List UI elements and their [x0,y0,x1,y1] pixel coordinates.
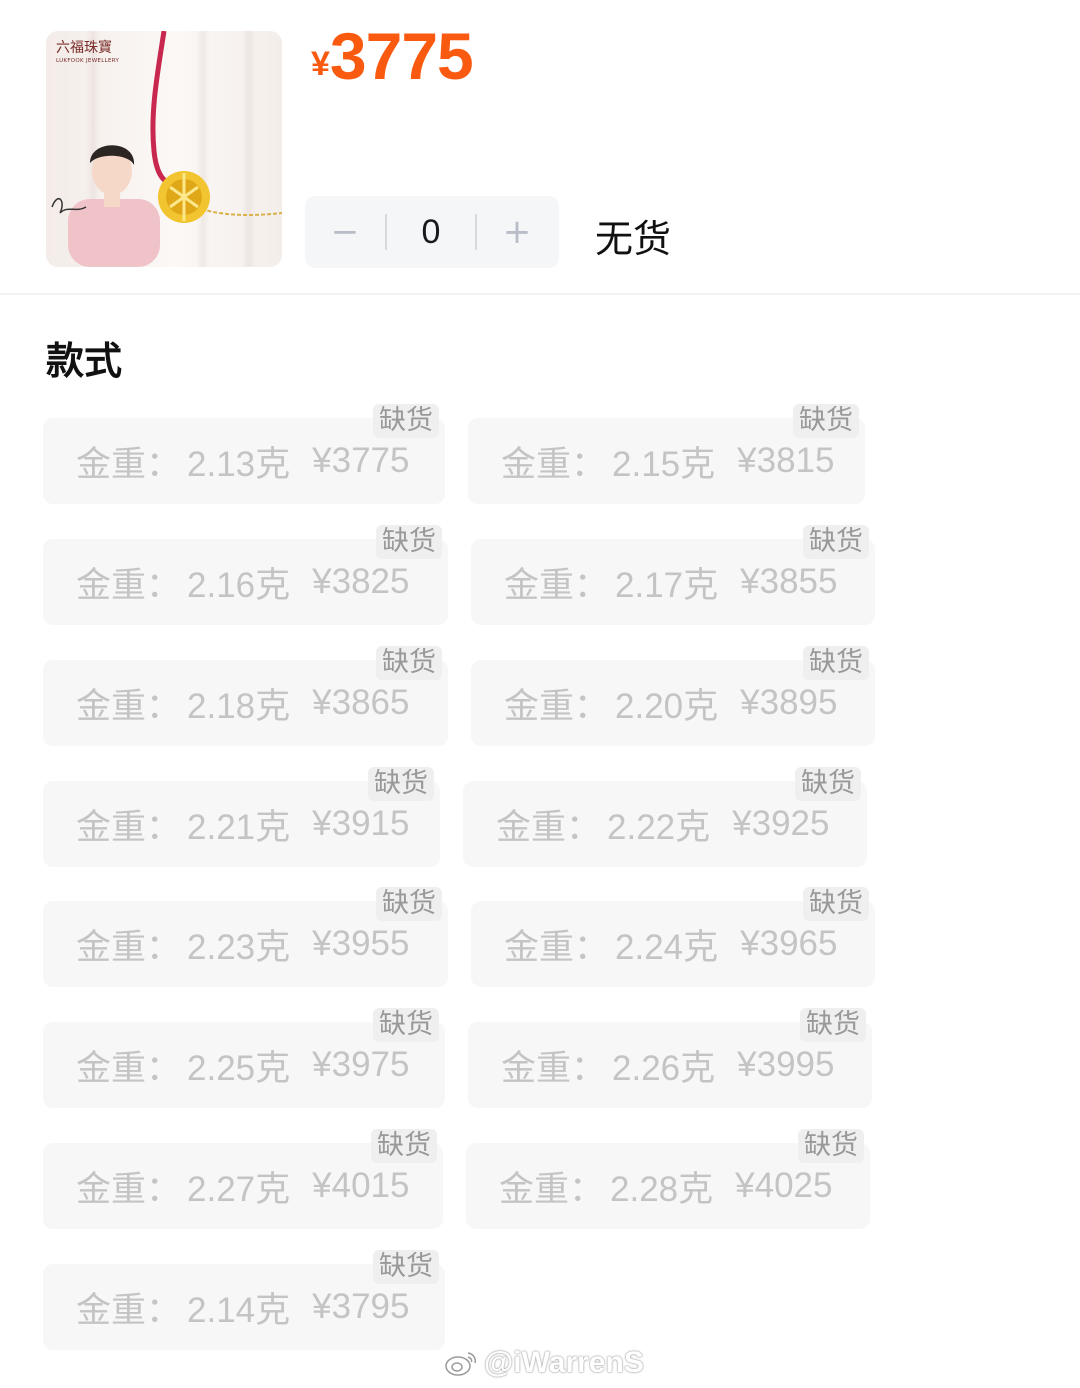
option-label: 金重： [76,1290,182,1330]
section-title: 款式 [46,339,123,383]
option-label: 金重： [76,686,182,726]
option-price: ¥3925 [732,804,830,843]
out-of-stock-badge: 缺货 [800,1008,866,1042]
option-label: 金重： [76,1048,182,1088]
option-weight: 2.21克 [187,807,291,847]
option-weight: 2.23克 [187,927,291,967]
price-value: 3775 [329,19,474,93]
option-price: ¥4015 [312,1166,410,1205]
out-of-stock-badge: 缺货 [376,525,442,559]
weibo-icon [445,1352,476,1376]
product-image[interactable]: 六福珠寶 LUKFOOK JEWELLERY [46,31,282,267]
option-price: ¥3995 [737,1045,835,1084]
option-price: ¥3815 [737,441,835,480]
option-weight: 2.26克 [612,1048,716,1088]
option-button[interactable]: 金重： 2.13克 ¥3775 缺货 [43,404,445,504]
product-photo [51,31,282,267]
out-of-stock-badge: 缺货 [803,887,869,921]
option-button[interactable]: 金重： 2.26克 ¥3995 缺货 [468,1008,872,1108]
decrement-button[interactable]: − [305,196,385,268]
option-label: 金重： [499,1169,605,1209]
out-of-stock-badge: 缺货 [795,767,861,801]
option-label: 金重： [76,1169,182,1209]
option-label: 金重： [76,444,182,484]
option-price: ¥3775 [312,441,410,480]
option-weight: 2.24克 [615,927,719,967]
out-of-stock-badge: 缺货 [373,1008,439,1042]
option-button[interactable]: 金重： 2.18克 ¥3865 缺货 [43,646,448,746]
out-of-stock-badge: 缺货 [371,1129,437,1163]
option-label: 金重： [504,927,610,967]
option-weight: 2.16克 [187,565,291,605]
out-of-stock-badge: 缺货 [793,404,859,438]
product-price: ¥3775 [311,18,474,94]
watermark: @iWarrenS [444,1346,644,1380]
quantity-stepper: − 0 + [305,196,559,268]
out-of-stock-badge: 缺货 [803,646,869,680]
option-price: ¥4025 [735,1166,833,1205]
quantity-input[interactable]: 0 [387,213,475,252]
increment-button[interactable]: + [477,196,557,268]
out-of-stock-badge: 缺货 [376,887,442,921]
option-weight: 2.17克 [615,565,719,605]
watermark-text: @iWarrenS [484,1346,644,1379]
option-label: 金重： [76,807,182,847]
option-label: 金重： [504,565,610,605]
option-price: ¥3855 [740,562,838,601]
option-button[interactable]: 金重： 2.23克 ¥3955 缺货 [43,887,448,987]
option-button[interactable]: 金重： 2.15克 ¥3815 缺货 [468,404,865,504]
option-button[interactable]: 金重： 2.17克 ¥3855 缺货 [471,525,875,625]
option-weight: 2.22克 [607,807,711,847]
out-of-stock-badge: 缺货 [368,767,434,801]
option-weight: 2.15克 [612,444,716,484]
option-button[interactable]: 金重： 2.22克 ¥3925 缺货 [463,767,867,867]
option-weight: 2.18克 [187,686,291,726]
option-label: 金重： [501,444,607,484]
option-button[interactable]: 金重： 2.25克 ¥3975 缺货 [43,1008,445,1108]
option-label: 金重： [496,807,602,847]
option-price: ¥3795 [312,1287,410,1326]
out-of-stock-badge: 缺货 [798,1129,864,1163]
option-price: ¥3865 [312,683,410,722]
option-button[interactable]: 金重： 2.27克 ¥4015 缺货 [43,1129,443,1229]
option-button[interactable]: 金重： 2.14克 ¥3795 缺货 [43,1250,445,1350]
gold-chain [195,206,282,216]
option-button[interactable]: 金重： 2.16克 ¥3825 缺货 [43,525,448,625]
out-of-stock-badge: 缺货 [376,646,442,680]
option-weight: 2.28克 [610,1169,714,1209]
option-label: 金重： [76,927,182,967]
option-label: 金重： [501,1048,607,1088]
option-label: 金重： [504,686,610,726]
out-of-stock-badge: 缺货 [373,404,439,438]
option-button[interactable]: 金重： 2.20克 ¥3895 缺货 [471,646,875,746]
option-button[interactable]: 金重： 2.28克 ¥4025 缺货 [466,1129,870,1229]
option-button[interactable]: 金重： 2.21克 ¥3915 缺货 [43,767,440,867]
divider [0,293,1080,295]
option-price: ¥3965 [740,924,838,963]
option-weight: 2.14克 [187,1290,291,1330]
price-symbol: ¥ [311,45,330,83]
option-price: ¥3895 [740,683,838,722]
option-price: ¥3975 [312,1045,410,1084]
option-weight: 2.13克 [187,444,291,484]
option-weight: 2.25克 [187,1048,291,1088]
option-button[interactable]: 金重： 2.24克 ¥3965 缺货 [471,887,875,987]
option-weight: 2.20克 [615,686,719,726]
option-weight: 2.27克 [187,1169,291,1209]
option-price: ¥3955 [312,924,410,963]
option-label: 金重： [76,565,182,605]
stock-status: 无货 [595,217,672,261]
option-price: ¥3915 [312,804,410,843]
out-of-stock-badge: 缺货 [803,525,869,559]
red-cord [150,31,171,186]
out-of-stock-badge: 缺货 [373,1250,439,1284]
option-price: ¥3825 [312,562,410,601]
